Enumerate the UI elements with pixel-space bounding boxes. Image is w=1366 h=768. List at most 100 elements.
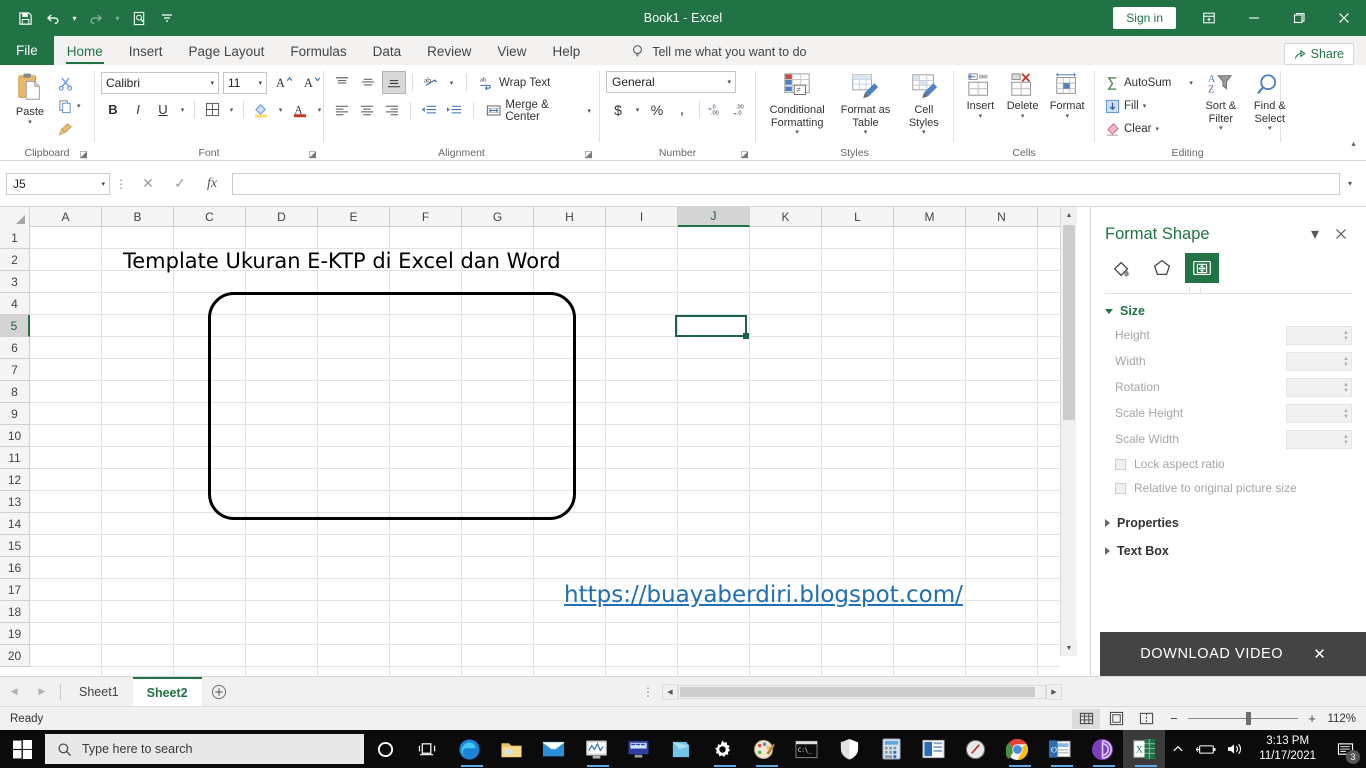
scroll-right-icon[interactable]: ▶ xyxy=(1046,683,1062,700)
cell-styles-dropdown-icon[interactable]: ▾ xyxy=(922,129,926,137)
paste-dropdown-icon[interactable]: ▾ xyxy=(28,119,32,127)
cell-styles-button[interactable]: Cell Styles ▾ xyxy=(901,70,947,139)
orientation-dropdown-icon[interactable]: ▾ xyxy=(445,71,458,94)
tab-view[interactable]: View xyxy=(484,38,539,65)
relative-original-size-box[interactable] xyxy=(1115,482,1126,494)
volume-icon[interactable] xyxy=(1221,730,1247,768)
row-header-15[interactable]: 15 xyxy=(0,535,30,557)
align-left-button[interactable] xyxy=(330,99,353,122)
outlook-icon[interactable]: O xyxy=(1039,730,1081,768)
column-header-I[interactable]: I xyxy=(606,207,678,227)
pane-options-icon[interactable]: ▾ xyxy=(1302,223,1328,245)
font-name-caret-icon[interactable]: ▾ xyxy=(210,79,214,87)
formula-bar-grip[interactable]: ⋮ xyxy=(110,177,132,191)
font-name-combo[interactable]: Calibri ▾ xyxy=(101,71,219,94)
paste-button[interactable]: Paste ▾ xyxy=(6,70,54,129)
chrome-icon[interactable] xyxy=(997,730,1039,768)
clear-button[interactable]: Clear ▾ xyxy=(1101,118,1197,140)
tab-review[interactable]: Review xyxy=(414,38,484,65)
vertical-scrollbar[interactable]: ▲ ▼ xyxy=(1060,207,1077,656)
file-explorer-icon[interactable] xyxy=(491,730,533,768)
column-header-E[interactable]: E xyxy=(318,207,390,227)
column-header-A[interactable]: A xyxy=(30,207,102,227)
horizontal-scroll-thumb[interactable] xyxy=(680,686,1035,697)
delete-cells-dropdown-icon[interactable]: ▾ xyxy=(1021,113,1025,121)
name-box-caret-icon[interactable]: ▾ xyxy=(101,180,105,188)
calculator-icon[interactable] xyxy=(870,730,912,768)
format-cells-dropdown-icon[interactable]: ▾ xyxy=(1065,113,1069,121)
enter-formula-icon[interactable]: ✓ xyxy=(164,172,196,196)
font-color-button[interactable]: A xyxy=(288,98,312,121)
number-format-caret-icon[interactable]: ▾ xyxy=(727,78,731,86)
mail-icon[interactable] xyxy=(533,730,575,768)
scale-width-spinner-icon[interactable]: ▲ ▼ xyxy=(1343,431,1349,450)
conditional-formatting-button[interactable]: ≠ Conditional Formatting ▾ xyxy=(764,70,830,139)
undo-icon[interactable] xyxy=(40,5,66,31)
cortana-icon[interactable] xyxy=(364,730,406,768)
previous-sheet-icon[interactable]: ◀ xyxy=(0,677,28,707)
start-button-icon[interactable] xyxy=(0,730,45,768)
height-input[interactable]: ▲ ▼ xyxy=(1286,325,1352,345)
column-header-F[interactable]: F xyxy=(390,207,462,227)
scale-width-input[interactable]: ▲ ▼ xyxy=(1286,429,1352,450)
row-header-9[interactable]: 9 xyxy=(0,403,30,425)
cancel-formula-icon[interactable]: ✕ xyxy=(132,172,164,196)
formula-input[interactable] xyxy=(232,172,1340,195)
row-header-11[interactable]: 11 xyxy=(0,447,30,469)
expand-formula-bar-icon[interactable]: ▾ xyxy=(1340,179,1360,188)
decrease-font-size-button[interactable]: A xyxy=(299,71,323,94)
row-header-3[interactable]: 3 xyxy=(0,271,30,293)
zoom-out-button[interactable]: − xyxy=(1168,711,1180,726)
zoom-percentage[interactable]: 112% xyxy=(1326,713,1366,725)
row-header-4[interactable]: 4 xyxy=(0,293,30,315)
performance-monitor-icon[interactable] xyxy=(575,730,617,768)
format-painter-button[interactable] xyxy=(54,118,85,140)
conditional-formatting-dropdown-icon[interactable]: ▾ xyxy=(795,129,799,137)
blog-url-link[interactable]: https://buayaberdiri.blogspot.com/ xyxy=(564,582,963,608)
page-break-preview-icon[interactable] xyxy=(1132,709,1160,729)
notes-icon[interactable] xyxy=(659,730,701,768)
download-video-overlay[interactable]: DOWNLOAD VIDEO ✕ xyxy=(1100,632,1366,676)
number-format-combo[interactable]: General ▾ xyxy=(606,71,736,93)
column-header-D[interactable]: D xyxy=(246,207,318,227)
percent-style-button[interactable]: % xyxy=(645,98,669,121)
copy-button[interactable]: ▾ xyxy=(54,95,85,117)
lock-aspect-ratio-checkbox[interactable]: Lock aspect ratio xyxy=(1091,452,1366,476)
snipping-tool-icon[interactable] xyxy=(954,730,996,768)
column-header-H[interactable]: H xyxy=(534,207,606,227)
decrease-indent-button[interactable] xyxy=(417,99,440,122)
clipboard-dialog-launcher-icon[interactable]: ◪ xyxy=(78,149,89,160)
scale-height-input[interactable]: ▲ ▼ xyxy=(1286,403,1352,424)
section-properties-header[interactable]: Properties xyxy=(1091,500,1366,534)
vertical-scroll-thumb[interactable] xyxy=(1063,225,1075,420)
column-header-L[interactable]: L xyxy=(822,207,894,227)
merge-center-dropdown-icon[interactable]: ▾ xyxy=(588,107,592,115)
excel-icon[interactable]: X xyxy=(1123,730,1166,768)
sheet-tab-sheet2[interactable]: Sheet2 xyxy=(132,676,202,707)
scale-height-spinner-icon[interactable]: ▲ ▼ xyxy=(1343,405,1349,424)
undo-dropdown-icon[interactable]: ▾ xyxy=(68,5,81,31)
row-header-8[interactable]: 8 xyxy=(0,381,30,403)
center-align-button[interactable] xyxy=(355,99,378,122)
cut-button[interactable] xyxy=(54,72,85,94)
alignment-dialog-launcher-icon[interactable]: ◪ xyxy=(583,149,594,160)
insert-cells-dropdown-icon[interactable]: ▾ xyxy=(979,113,983,121)
taskbar-clock[interactable]: 3:13 PM 11/17/2021 xyxy=(1249,734,1326,764)
autosum-dropdown-icon[interactable]: ▾ xyxy=(1189,79,1193,87)
sort-filter-dropdown-icon[interactable]: ▾ xyxy=(1219,125,1223,133)
customize-qat-icon[interactable] xyxy=(154,5,180,31)
column-header-B[interactable]: B xyxy=(102,207,174,227)
rotation-input[interactable]: ▲ ▼ xyxy=(1286,377,1352,397)
close-icon[interactable] xyxy=(1321,0,1366,36)
sheet-tab-options-icon[interactable]: ⋮ xyxy=(634,685,662,699)
fill-line-icon[interactable] xyxy=(1105,253,1139,283)
effects-icon[interactable] xyxy=(1145,253,1179,283)
windows-defender-icon[interactable] xyxy=(828,730,870,768)
redo-icon[interactable] xyxy=(83,5,109,31)
borders-dropdown-icon[interactable]: ▾ xyxy=(225,98,238,121)
decrease-decimal-button[interactable]: .00.0 xyxy=(730,98,754,121)
fill-button[interactable]: Fill ▾ xyxy=(1101,95,1197,117)
redo-dropdown-icon[interactable]: ▾ xyxy=(111,5,124,31)
font-dialog-launcher-icon[interactable]: ◪ xyxy=(307,149,318,160)
align-right-button[interactable] xyxy=(380,99,403,122)
